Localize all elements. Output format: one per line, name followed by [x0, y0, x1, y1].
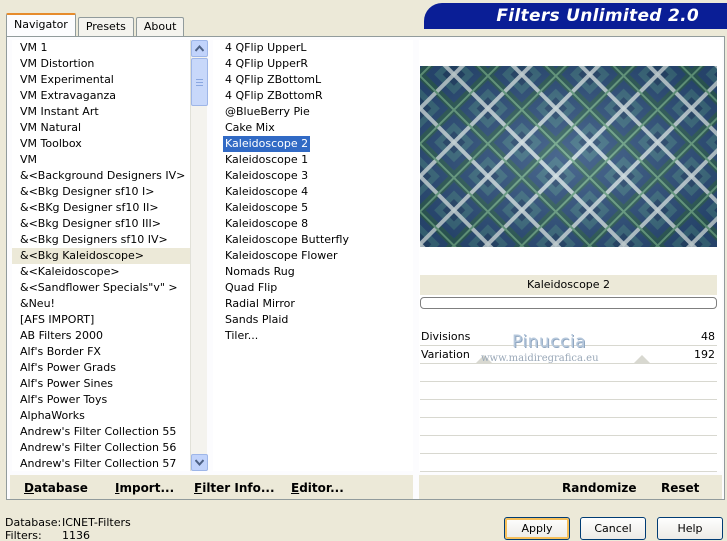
param-label: Variation	[421, 348, 470, 361]
effect-item[interactable]: Kaleidoscope 8	[213, 216, 413, 232]
effect-item[interactable]: Kaleidoscope 2	[213, 136, 413, 152]
database-label: Database:	[5, 516, 62, 529]
progress-bar	[420, 297, 717, 309]
category-list[interactable]: VM 1 VM Distortion VM Experimental VM Extra…	[12, 40, 190, 471]
category-item[interactable]: Andrew's Filter Collection 56	[12, 440, 190, 456]
category-item[interactable]: Andrew's Filter Collection 57	[12, 456, 190, 471]
chevron-down-icon	[195, 459, 204, 466]
category-item[interactable]: &<Bkg Kaleidoscope>	[12, 248, 190, 264]
category-item[interactable]: VM 1	[12, 40, 190, 56]
scroll-up-button[interactable]	[191, 40, 208, 57]
help-button[interactable]: Help	[657, 517, 723, 540]
chevron-up-icon	[195, 45, 204, 52]
database-button[interactable]: Database	[24, 481, 88, 495]
category-item[interactable]: Andrew's Filter Collection 55	[12, 424, 190, 440]
tab-navigator[interactable]: Navigator	[6, 13, 76, 36]
effect-item[interactable]: Kaleidoscope 1	[213, 152, 413, 168]
app-title: Filters Unlimited 2.0	[496, 6, 699, 26]
effect-item[interactable]: @BlueBerry Pie	[213, 104, 413, 120]
preview-image	[420, 66, 717, 247]
title-banner: Filters Unlimited 2.0	[424, 3, 727, 29]
effect-item[interactable]: Tiler...	[213, 328, 413, 344]
effect-item[interactable]: 4 QFlip UpperL	[213, 40, 413, 56]
tab-presets[interactable]: Presets	[77, 17, 134, 36]
category-item[interactable]: &<Kaleidoscope>	[12, 264, 190, 280]
tab-about[interactable]: About	[135, 17, 185, 36]
category-item[interactable]: &<Bkg Designer sf10 III>	[12, 216, 190, 232]
category-item[interactable]: Alf's Power Toys	[12, 392, 190, 408]
filters-label: Filters:	[5, 529, 42, 541]
category-item[interactable]: VM Experimental	[12, 72, 190, 88]
category-item[interactable]: &<Bkg Designer sf10 I>	[12, 184, 190, 200]
category-item[interactable]: VM Instant Art	[12, 104, 190, 120]
slider-marker-icon	[634, 355, 650, 363]
param-value: 48	[701, 330, 715, 343]
category-item[interactable]: VM Natural	[12, 120, 190, 136]
watermark-name: Pinuccia	[512, 332, 586, 352]
effect-list[interactable]: 4 QFlip UpperL 4 QFlip UpperR 4 QFlip ZBot…	[213, 40, 413, 471]
filter-info-button[interactable]: Filter Info...	[194, 481, 275, 495]
category-item[interactable]: AlphaWorks	[12, 408, 190, 424]
category-item[interactable]: VM Distortion	[12, 56, 190, 72]
effect-item[interactable]: Sands Plaid	[213, 312, 413, 328]
tab-bar: Navigator Presets About	[6, 12, 186, 36]
category-item[interactable]: [AFS IMPORT]	[12, 312, 190, 328]
category-item[interactable]: Alf's Border FX	[12, 344, 190, 360]
effect-item[interactable]: Cake Mix	[213, 120, 413, 136]
effect-item[interactable]: Kaleidoscope 3	[213, 168, 413, 184]
watermark-url: www.maidiregrafica.eu	[481, 353, 599, 364]
cancel-button[interactable]: Cancel	[580, 517, 646, 540]
effect-item[interactable]: Quad Flip	[213, 280, 413, 296]
reset-button[interactable]: Reset	[661, 481, 699, 495]
category-item[interactable]: &Neu!	[12, 296, 190, 312]
filters-count: 1136	[62, 529, 90, 541]
scroll-down-button[interactable]	[191, 454, 208, 471]
effect-item[interactable]: Radial Mirror	[213, 296, 413, 312]
category-item[interactable]: VM Toolbox	[12, 136, 190, 152]
scroll-thumb[interactable]	[191, 58, 208, 106]
category-item[interactable]: Alf's Power Sines	[12, 376, 190, 392]
effect-item[interactable]: Kaleidoscope Flower	[213, 248, 413, 264]
effect-item[interactable]: Kaleidoscope Butterfly	[213, 232, 413, 248]
apply-button[interactable]: Apply	[504, 517, 570, 540]
category-item[interactable]: VM Extravaganza	[12, 88, 190, 104]
effect-item[interactable]: 4 QFlip UpperR	[213, 56, 413, 72]
category-item[interactable]: &<Background Designers IV>	[12, 168, 190, 184]
randomize-button[interactable]: Randomize	[562, 481, 636, 495]
category-item[interactable]: &<Sandflower Specials"v" >	[12, 280, 190, 296]
param-label: Divisions	[421, 330, 471, 343]
effect-item[interactable]: 4 QFlip ZBottomR	[213, 88, 413, 104]
category-item[interactable]: &<Bkg Designers sf10 IV>	[12, 232, 190, 248]
param-value: 192	[694, 348, 715, 361]
category-item[interactable]: Alf's Power Grads	[12, 360, 190, 376]
database-value: ICNET-Filters	[62, 516, 131, 529]
category-scrollbar[interactable]	[190, 40, 208, 471]
effect-item-selected: Kaleidoscope 2	[223, 136, 311, 152]
import-button[interactable]: Import...	[115, 481, 174, 495]
category-item[interactable]: AB Filters 2000	[12, 328, 190, 344]
editor-button[interactable]: Editor...	[291, 481, 344, 495]
effect-item[interactable]: Kaleidoscope 4	[213, 184, 413, 200]
effect-item[interactable]: Kaleidoscope 5	[213, 200, 413, 216]
category-item[interactable]: VM	[12, 152, 190, 168]
effect-name-label: Kaleidoscope 2	[420, 275, 717, 295]
effect-item[interactable]: 4 QFlip ZBottomL	[213, 72, 413, 88]
effect-item[interactable]: Nomads Rug	[213, 264, 413, 280]
kaleidoscope-pattern	[420, 66, 717, 247]
category-item[interactable]: &<BKg Designer sf10 II>	[12, 200, 190, 216]
